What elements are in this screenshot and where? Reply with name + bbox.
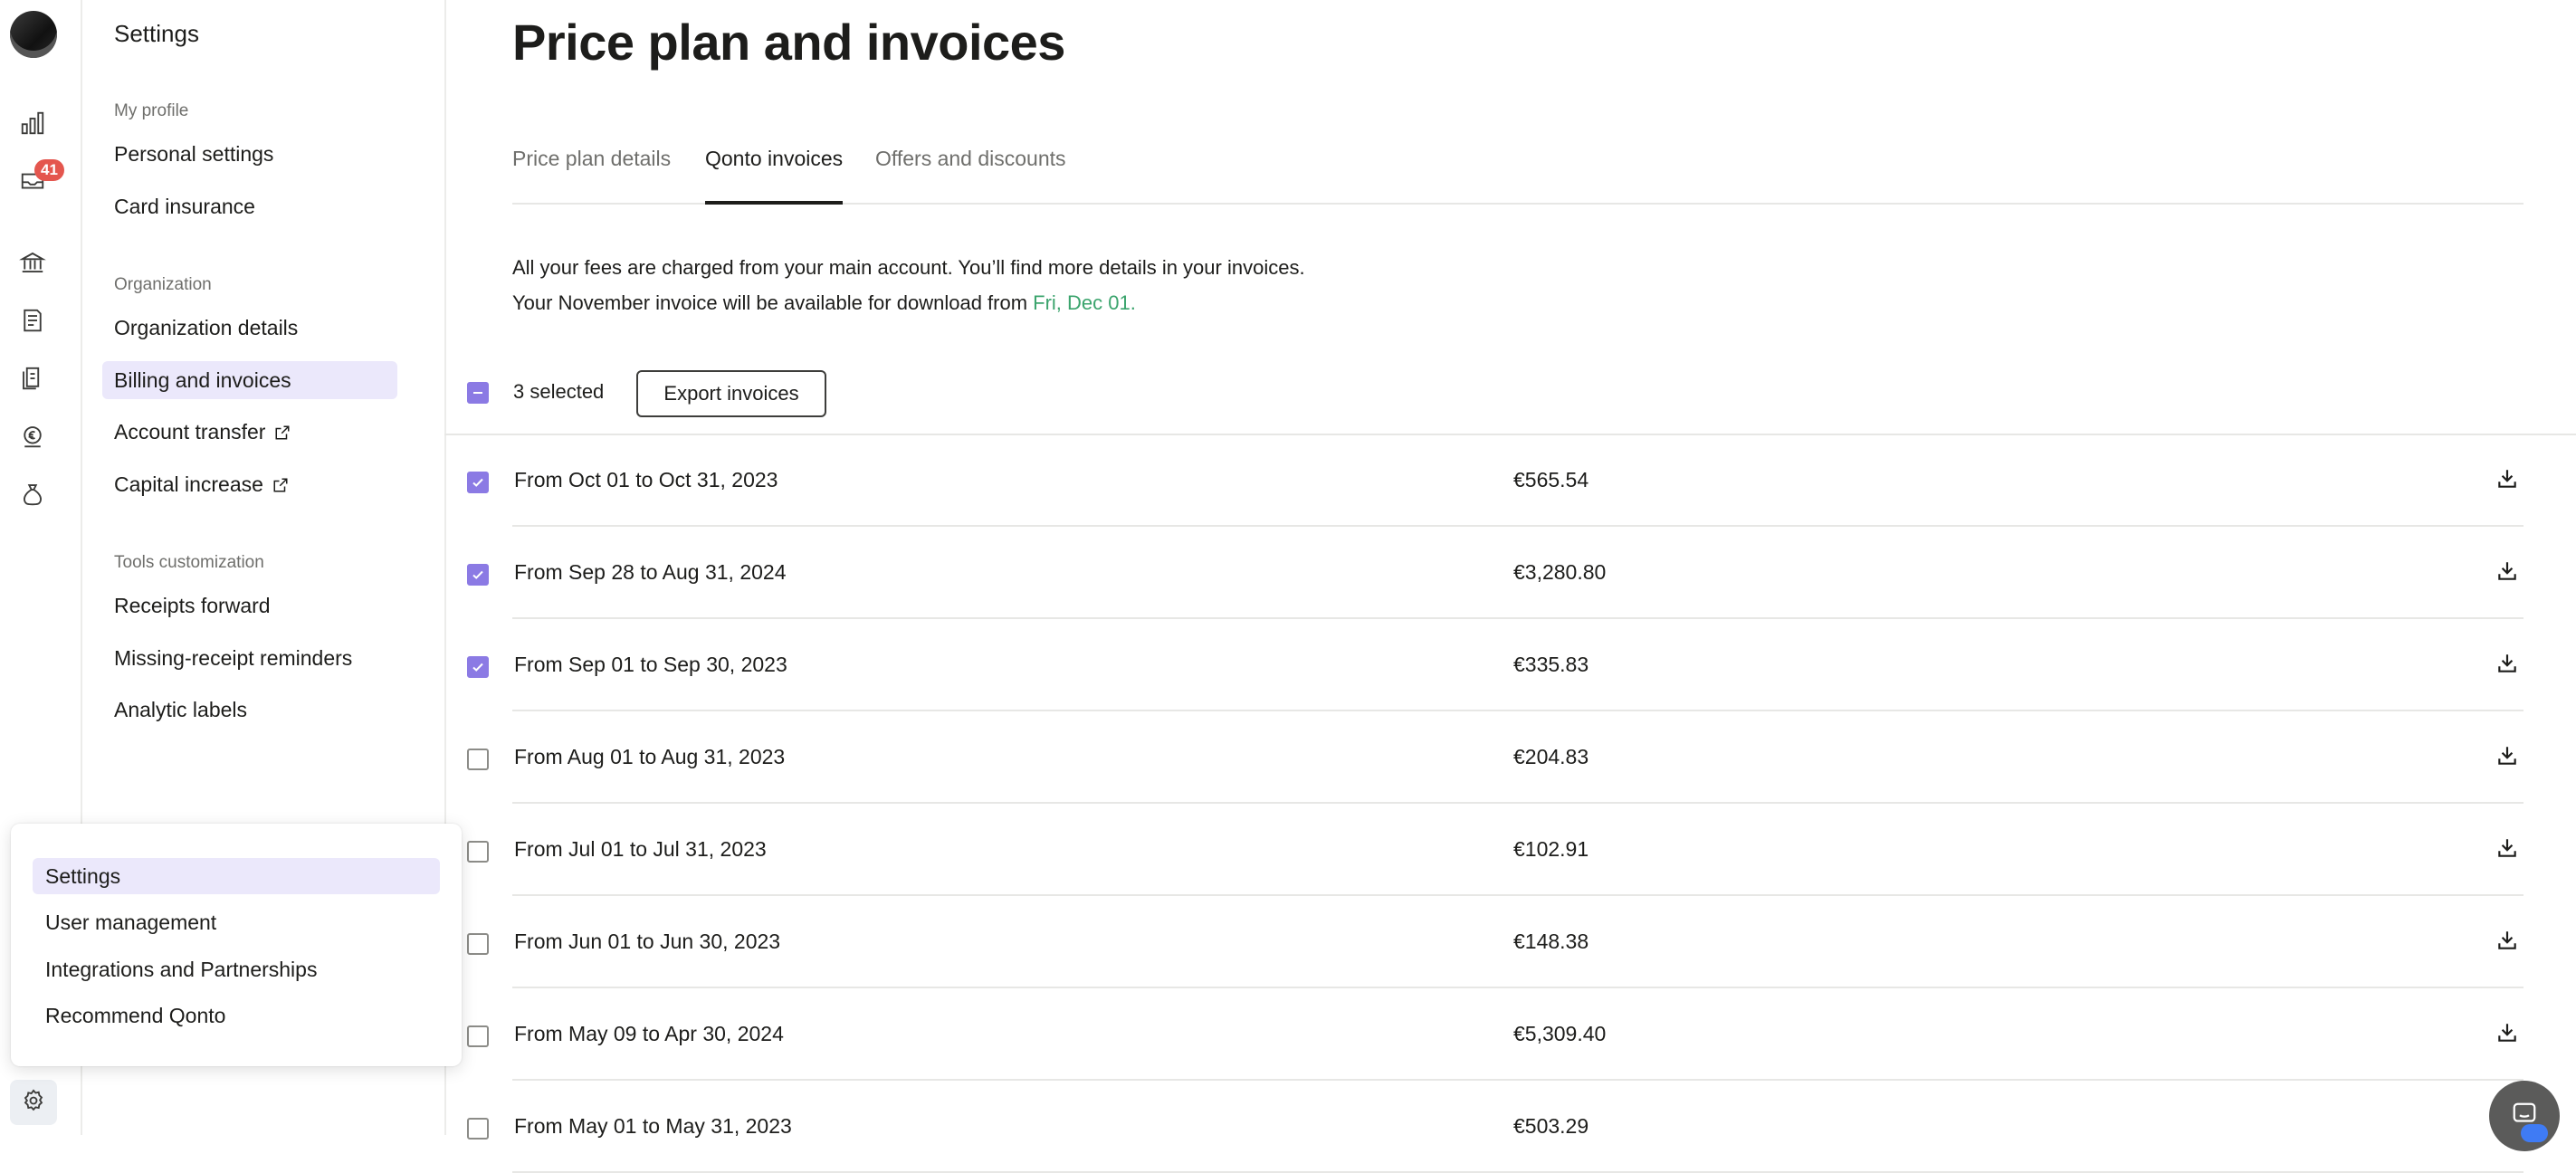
billing-info-body: All your fees are charged from your main… [512, 256, 1305, 314]
invoice-row[interactable]: From Jun 01 to Jun 30, 2023 €148.38 [444, 897, 2524, 988]
payment-icon[interactable] [14, 418, 51, 454]
invoice-period: From Jun 01 to Jun 30, 2023 [514, 930, 781, 953]
invoice-amount: €204.83 [1513, 745, 1589, 768]
menu-item-recommend-qonto[interactable]: Recommend Qonto [33, 997, 440, 1034]
tab-price-plan-details[interactable]: Price plan details [512, 147, 671, 201]
organization-avatar[interactable] [10, 11, 57, 58]
invoice-row[interactable]: From May 01 to May 31, 2023 €503.29 [444, 1082, 2524, 1173]
invoice-amount: €3,280.80 [1513, 560, 1607, 584]
row-divider [512, 525, 2524, 527]
row-divider [512, 802, 2524, 804]
sidebar-item-organization-details[interactable]: Organization details [102, 309, 397, 347]
sidebar-item-label: Analytic labels [114, 698, 248, 721]
menu-item-integrations-and-partnerships[interactable]: Integrations and Partnerships [33, 951, 440, 987]
sidebar-item-personal-settings[interactable]: Personal settings [102, 135, 397, 173]
notification-badge: 41 [34, 159, 64, 181]
sidebar-item-label: Capital increase [114, 472, 263, 496]
download-icon[interactable] [2495, 836, 2519, 864]
sidebar-item-label: Billing and invoices [114, 368, 291, 392]
section-label-organization: Organization [114, 275, 212, 294]
invoice-row[interactable]: From May 09 to Apr 30, 2024 €5,309.40 [444, 989, 2524, 1081]
selected-count: 3 selected [513, 380, 605, 403]
sidebar-item-billing-and-invoices[interactable]: Billing and invoices [102, 361, 397, 399]
row-divider [512, 1079, 2524, 1081]
gear-icon [21, 1088, 46, 1118]
invoice-period: From Aug 01 to Aug 31, 2023 [514, 745, 786, 768]
analytics-icon[interactable] [14, 105, 51, 141]
invoice-row[interactable]: From Oct 01 to Oct 31, 2023 €565.54 [444, 435, 2524, 527]
section-label-tools-customization: Tools customization [114, 553, 264, 572]
row-divider [512, 894, 2524, 896]
sidebar-item-label: Receipts forward [114, 594, 271, 617]
documents-icon[interactable] [14, 360, 51, 396]
row-divider [512, 987, 2524, 988]
row-divider [512, 617, 2524, 619]
sidebar-item-analytic-labels[interactable]: Analytic labels [102, 691, 397, 729]
download-icon[interactable] [2495, 467, 2519, 495]
invoice-amount: €148.38 [1513, 930, 1589, 953]
billing-info-text: All your fees are charged from your main… [512, 250, 1327, 320]
invoice-checkbox[interactable] [467, 656, 489, 678]
menu-item-user-management[interactable]: User management [33, 904, 440, 940]
next-invoice-date: Fri, Dec 01. [1033, 291, 1136, 314]
select-all-checkbox[interactable] [467, 382, 489, 404]
menu-item-settings[interactable]: Settings [33, 858, 440, 894]
row-divider [512, 710, 2524, 711]
sidebar-item-account-transfer[interactable]: Account transfer [102, 413, 397, 451]
settings-gear-button[interactable] [10, 1080, 57, 1125]
sidebar-item-capital-increase[interactable]: Capital increase [102, 465, 397, 503]
tab-qonto-invoices[interactable]: Qonto invoices [705, 147, 844, 205]
invoice-period: From Sep 01 to Sep 30, 2023 [514, 653, 787, 676]
invoice-checkbox[interactable] [467, 564, 489, 586]
tab-bar: Price plan details Qonto invoices Offers… [512, 143, 2524, 205]
download-icon[interactable] [2495, 559, 2519, 587]
sidebar-item-missing-receipt-reminders[interactable]: Missing-receipt reminders [102, 639, 397, 677]
sidebar-title: Settings [114, 20, 199, 47]
invoice-period: From Sep 28 to Aug 31, 2024 [514, 560, 787, 584]
download-icon[interactable] [2495, 929, 2519, 957]
invoice-checkbox[interactable] [467, 841, 489, 863]
external-link-icon [274, 415, 291, 453]
sidebar-item-label: Personal settings [114, 142, 274, 166]
invoice-amount: €335.83 [1513, 653, 1589, 676]
export-invoices-button[interactable]: Export invoices [636, 370, 826, 417]
sidebar-item-card-insurance[interactable]: Card insurance [102, 187, 397, 225]
section-label-my-profile: My profile [114, 101, 189, 120]
bank-icon[interactable] [14, 244, 51, 281]
invoices-icon[interactable] [14, 302, 51, 339]
sidebar-item-label: Organization details [114, 316, 299, 339]
external-link-icon [272, 467, 289, 505]
chat-notification-dot [2521, 1124, 2548, 1142]
invoice-checkbox[interactable] [467, 749, 489, 770]
invoice-checkbox[interactable] [467, 1118, 489, 1140]
invoice-row[interactable]: From Jul 01 to Jul 31, 2023 €102.91 [444, 805, 2524, 896]
download-icon[interactable] [2495, 1021, 2519, 1049]
invoice-row[interactable]: From Sep 28 to Aug 31, 2024 €3,280.80 [444, 528, 2524, 619]
invoice-amount: €5,309.40 [1513, 1022, 1607, 1045]
invoice-checkbox[interactable] [467, 933, 489, 955]
invoice-row[interactable]: From Sep 01 to Sep 30, 2023 €335.83 [444, 620, 2524, 711]
sidebar-item-label: Card insurance [114, 195, 255, 218]
invoice-checkbox[interactable] [467, 472, 489, 493]
sidebar-item-receipts-forward[interactable]: Receipts forward [102, 586, 397, 625]
sidebar-item-label: Missing-receipt reminders [114, 646, 353, 670]
invoice-period: From Jul 01 to Jul 31, 2023 [514, 837, 767, 861]
page-title: Price plan and invoices [512, 14, 1065, 71]
invoice-checkbox[interactable] [467, 1025, 489, 1047]
invoice-period: From Oct 01 to Oct 31, 2023 [514, 468, 778, 491]
tab-offers-and-discounts[interactable]: Offers and discounts [875, 147, 1066, 201]
invoice-amount: €565.54 [1513, 468, 1589, 491]
download-icon[interactable] [2495, 744, 2519, 772]
invoice-row[interactable]: From Aug 01 to Aug 31, 2023 €204.83 [444, 712, 2524, 804]
money-bag-icon[interactable] [14, 476, 51, 512]
invoice-amount: €102.91 [1513, 837, 1589, 861]
settings-popup-menu: Settings User management Integrations an… [11, 824, 462, 1066]
invoice-period: From May 09 to Apr 30, 2024 [514, 1022, 784, 1045]
download-icon[interactable] [2495, 652, 2519, 680]
sidebar-item-label: Account transfer [114, 420, 266, 443]
